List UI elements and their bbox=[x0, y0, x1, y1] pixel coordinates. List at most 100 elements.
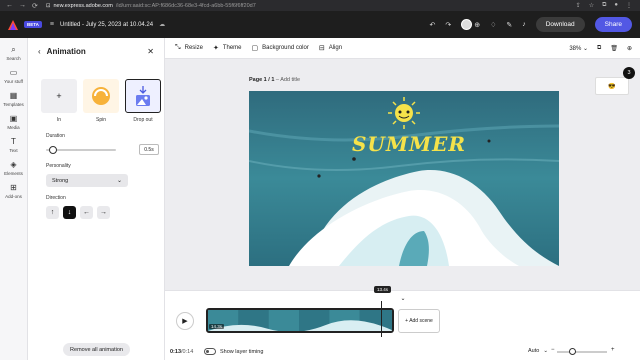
personality-dropdown[interactable]: Strong ⌄ bbox=[46, 174, 128, 187]
current-time: 0:13 bbox=[170, 349, 182, 355]
animation-option-in[interactable]: + In bbox=[41, 79, 77, 123]
toolbar-right: 38% ⌄ ⧉ 🗑 ⊕ bbox=[569, 45, 640, 52]
notifications-icon[interactable]: ♪ bbox=[522, 21, 526, 28]
zoom-knob[interactable] bbox=[569, 348, 576, 355]
add-scene-button[interactable]: + Add scene bbox=[398, 309, 440, 333]
browser-nav: ← → ⟳ bbox=[0, 2, 38, 10]
zoom-in-icon[interactable]: + bbox=[611, 347, 615, 353]
duration-field[interactable]: 0.5s bbox=[139, 144, 159, 155]
add-title-link[interactable]: Add title bbox=[280, 77, 300, 83]
align-label: Align bbox=[328, 45, 343, 51]
back-chevron-icon[interactable]: ‹ bbox=[38, 47, 41, 56]
share-page-icon[interactable]: ⇪ bbox=[576, 2, 581, 9]
collapse-timeline-icon[interactable]: ⌄ bbox=[396, 294, 410, 302]
url-domain: new.express.adobe.com bbox=[53, 2, 113, 9]
arrow-down-icon[interactable]: ↓ bbox=[63, 206, 76, 219]
download-button[interactable]: Download bbox=[535, 17, 585, 32]
redo-icon[interactable]: ↷ bbox=[445, 21, 451, 29]
auto-label: Auto bbox=[528, 348, 540, 354]
rail-item-add-ons[interactable]: ⊞ Add-ons bbox=[0, 183, 27, 199]
comment-icon[interactable]: ✎ bbox=[506, 21, 512, 29]
timeline-zoom-slider[interactable] bbox=[557, 348, 607, 355]
add-page-icon[interactable]: ⊕ bbox=[627, 45, 632, 52]
total-time: /0:14 bbox=[181, 349, 194, 355]
remove-all-animation-button[interactable]: Remove all animation bbox=[63, 343, 130, 356]
beta-badge: BETA bbox=[24, 21, 42, 28]
arrow-up-icon[interactable]: ↑ bbox=[46, 206, 59, 219]
arrow-right-icon[interactable]: → bbox=[97, 206, 110, 219]
adobe-express-logo[interactable] bbox=[8, 19, 18, 30]
direction-buttons: ↑ ↓ ← → bbox=[28, 206, 164, 219]
layer-timing-toggle[interactable]: Show layer timing bbox=[204, 348, 263, 355]
theme-button[interactable]: ✦ Theme bbox=[213, 44, 242, 52]
document-title[interactable]: Untitled - July 25, 2023 at 10.04.24 bbox=[60, 22, 153, 28]
rail-item-elements[interactable]: ◈ Elements bbox=[0, 160, 27, 176]
rail-item-label: Media bbox=[7, 125, 20, 130]
zoom-level[interactable]: 38% ⌄ bbox=[569, 45, 588, 52]
design-artboard[interactable]: SUMMER bbox=[249, 91, 559, 266]
forward-icon[interactable]: → bbox=[19, 2, 26, 10]
menu-icon[interactable]: ≡ bbox=[50, 21, 54, 28]
rail-item-templates[interactable]: ▦ Templates bbox=[0, 91, 27, 107]
play-button[interactable]: ▶ bbox=[176, 312, 194, 330]
copy-page-icon[interactable]: ⧉ bbox=[597, 45, 601, 52]
left-rail: ⌕ Search ▭ Your stuff ▦ Templates ▣ Medi… bbox=[0, 38, 28, 360]
zoom-out-icon[interactable]: − bbox=[551, 347, 555, 353]
playhead[interactable] bbox=[381, 301, 382, 337]
folder-icon: ▭ bbox=[9, 68, 18, 77]
drop-out-preview bbox=[125, 79, 161, 113]
arrow-left-icon[interactable]: ← bbox=[80, 206, 93, 219]
animation-option-spin[interactable]: Spin bbox=[83, 79, 119, 123]
reload-icon[interactable]: ⟳ bbox=[32, 2, 38, 10]
profile-icon[interactable]: ● bbox=[614, 2, 618, 9]
back-icon[interactable]: ← bbox=[6, 2, 13, 10]
animation-option-drop-out[interactable]: Drop out bbox=[125, 79, 161, 123]
playhead-time: 13.4s bbox=[374, 286, 392, 293]
rail-item-your-stuff[interactable]: ▭ Your stuff bbox=[0, 68, 27, 84]
slider-knob[interactable] bbox=[49, 145, 57, 154]
direction-label: Direction bbox=[46, 195, 66, 201]
page-thumbnail[interactable]: 😎 bbox=[595, 77, 629, 95]
theme-label: Theme bbox=[222, 45, 242, 51]
zoom-value: 38% bbox=[569, 45, 582, 52]
address-bar[interactable]: ⊡ new.express.adobe.com/id/urn:aaid:sc:A… bbox=[46, 3, 256, 9]
canvas-toolbar: ⤡ Resize ✦ Theme ▢ Background color ⊟ Al… bbox=[165, 38, 640, 59]
color-swatch-icon: ▢ bbox=[251, 45, 259, 52]
extensions-icon[interactable]: ⧉ bbox=[602, 2, 606, 9]
lightbulb-icon[interactable]: ♢ bbox=[490, 21, 496, 29]
browser-actions: ⇪ ☆ ⧉ ● ⋮ bbox=[576, 2, 640, 9]
rail-item-search[interactable]: ⌕ Search bbox=[0, 45, 27, 61]
auto-dropdown[interactable]: Auto ⌄ bbox=[528, 348, 548, 354]
star-icon[interactable]: ☆ bbox=[589, 2, 594, 9]
rail-item-media[interactable]: ▣ Media bbox=[0, 114, 27, 130]
duration-slider[interactable] bbox=[46, 145, 116, 154]
duration-label: Duration bbox=[46, 133, 65, 139]
undo-icon[interactable]: ↶ bbox=[429, 21, 435, 29]
page-label: Page 1 / 1 bbox=[249, 77, 275, 83]
media-icon: ▣ bbox=[9, 114, 18, 123]
background-color-button[interactable]: ▢ Background color bbox=[252, 44, 309, 52]
collaborators[interactable]: ⊕ bbox=[461, 19, 480, 30]
trash-icon[interactable]: 🗑 bbox=[610, 45, 618, 52]
scene-clip[interactable] bbox=[206, 308, 394, 333]
close-icon[interactable]: ✕ bbox=[147, 47, 154, 56]
rail-item-label: Your stuff bbox=[4, 79, 23, 84]
resize-label: Resize bbox=[184, 45, 203, 51]
more-icon[interactable]: ⋮ bbox=[626, 2, 632, 9]
duration-control: 0.5s bbox=[28, 144, 164, 155]
text-icon: T bbox=[11, 137, 16, 146]
toggle-switch[interactable] bbox=[204, 348, 216, 355]
rail-item-text[interactable]: T Text bbox=[0, 137, 27, 153]
resize-button[interactable]: ⤡ Resize bbox=[175, 44, 203, 52]
align-button[interactable]: ⊟ Align bbox=[319, 44, 342, 52]
rail-item-label: Add-ons bbox=[5, 194, 22, 199]
share-button[interactable]: Share bbox=[594, 17, 632, 32]
rail-item-label: Elements bbox=[4, 171, 23, 176]
chevron-down-icon: ⌄ bbox=[116, 178, 122, 184]
theme-icon: ✦ bbox=[212, 45, 219, 52]
resize-icon: ⤡ bbox=[175, 44, 181, 51]
clip-duration: 14.3s bbox=[209, 324, 225, 329]
page-title[interactable]: Page 1 / 1 – Add title bbox=[249, 77, 300, 83]
header-actions: ↶ ↷ ⊕ ♢ ✎ ♪ Download Share bbox=[429, 17, 640, 32]
plus-icon: + bbox=[41, 79, 77, 113]
